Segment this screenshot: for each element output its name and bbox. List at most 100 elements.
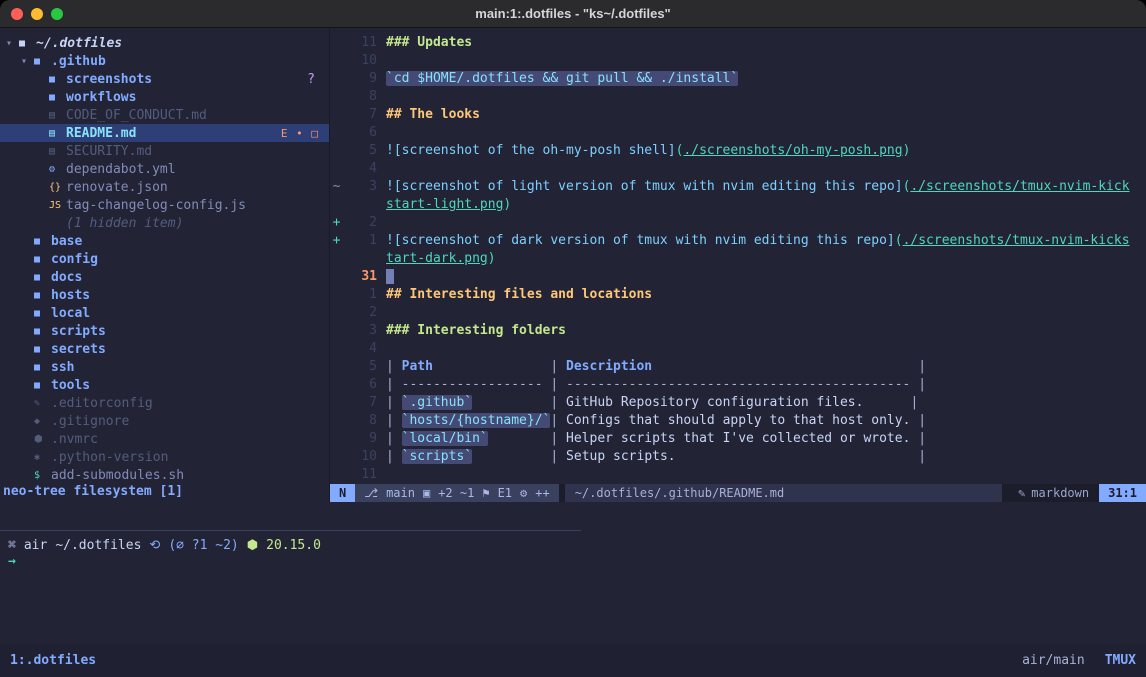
tmux-pane-divider[interactable] [0,530,581,531]
text-segment: ![screenshot of dark version of tmux wit… [386,233,895,248]
text-segment [863,395,910,410]
editor-line[interactable]: 8 [330,88,1146,106]
line-number: 3 [343,178,377,196]
editor-line[interactable]: tart-dark.png) [330,250,1146,268]
tree-item-security[interactable]: ▤SECURITY.md [0,142,329,160]
text-segment: | [550,449,566,464]
pencil-icon: ✎ [1018,484,1025,502]
editor-line[interactable]: 4 [330,160,1146,178]
editor-line[interactable]: 7| `.github` | GitHub Repository configu… [330,394,1146,412]
mode-indicator: N [330,484,355,502]
gutter-sign [330,196,343,214]
tree-item-scripts[interactable]: ■scripts [0,322,329,340]
text-segment [488,431,551,446]
editor-line[interactable]: 7## The looks [330,106,1146,124]
minimize-window-button[interactable] [31,8,43,20]
tree-item-gitignore[interactable]: ◆.gitignore [0,412,329,430]
line-number: 6 [343,376,377,394]
editor-line[interactable]: 9| `local/bin` | Helper scripts that I'v… [330,430,1146,448]
editor-line[interactable]: 6| ------------------ | ----------------… [330,376,1146,394]
line-number: 5 [343,358,377,376]
folder-icon: ■ [34,380,51,391]
tree-item-tools[interactable]: ■tools [0,376,329,394]
editor-line[interactable]: start-light.png) [330,196,1146,214]
shell-pane[interactable]: ⌘ air ~/.dotfiles ⟲ (⌀ ?1 ~2) ⬢ 20.15.0 … [0,502,1146,644]
git-icon: ⟲ [149,538,160,553]
editor-line[interactable]: 5![screenshot of the oh-my-posh shell](.… [330,142,1146,160]
tree-item-docs[interactable]: ■docs [0,268,329,286]
tree-item-dependabot[interactable]: ⚙dependabot.yml [0,160,329,178]
tree-item-code-of-conduct[interactable]: ▤CODE_OF_CONDUCT.md [0,106,329,124]
tree-item-python-version[interactable]: ✱.python-version [0,448,329,466]
editor-line[interactable]: 11### Updates [330,34,1146,52]
text-segment: ( [895,233,903,248]
text-segment: ### Interesting folders [386,323,566,338]
tree-item-screenshots[interactable]: ■screenshots? [0,70,329,88]
gutter-sign: + [330,214,343,232]
cursor-block [386,269,394,284]
tree-item-label: .nvmrc [51,432,98,447]
tree-item-workflows[interactable]: ■workflows [0,88,329,106]
editor-line[interactable]: 11 [330,466,1146,484]
editor-line[interactable]: 3### Interesting folders [330,322,1146,340]
text-segment: | [550,395,566,410]
tree-item-hosts[interactable]: ■hosts [0,286,329,304]
branch-icon: ⎇ [364,484,378,502]
prompt-arrow[interactable]: → [0,554,1146,572]
editor-line[interactable]: 4 [330,340,1146,358]
editor-line[interactable]: 1## Interesting files and locations [330,286,1146,304]
editor-line[interactable]: 2 [330,304,1146,322]
tree-item-label: .gitignore [51,414,129,429]
editor-buffer[interactable]: 11### Updates109`cd $HOME/.dotfiles && g… [330,28,1146,484]
tree-item-dotfiles-root[interactable]: ▾■~/.dotfiles [0,34,329,52]
editor-line[interactable]: 31 [330,268,1146,286]
gutter-sign [330,412,343,430]
gutter-sign [330,430,343,448]
line-text: `cd $HOME/.dotfiles && git pull && ./ins… [386,70,738,88]
tree-item-ssh[interactable]: ■ssh [0,358,329,376]
braces-icon: {} [49,182,66,193]
chevron-down-icon: ▾ [6,38,19,49]
text-segment: | [386,359,402,374]
text-segment: ./screenshots/oh-my-posh.png [683,143,902,158]
tree-item-nvmrc[interactable]: ⬢.nvmrc [0,430,329,448]
statusline: N ⎇ main ▣ +2 ~1 ⚑ E1 ⚙ ++ ~/.dotfiles/.… [330,484,1146,502]
editor-line[interactable]: ~3![screenshot of light version of tmux … [330,178,1146,196]
titlebar[interactable]: main:1:.dotfiles - "ks~/.dotfiles" [0,0,1146,28]
pencil-icon: ✎ [34,398,51,409]
close-window-button[interactable] [11,8,23,20]
tree-item-hidden-items[interactable]: (1 hidden item) [0,214,329,232]
editor-line[interactable]: 10 [330,52,1146,70]
editor-line[interactable]: 10| `scripts` | Setup scripts. | [330,448,1146,466]
tree-item-config[interactable]: ■config [0,250,329,268]
editor-line[interactable]: +1![screenshot of dark version of tmux w… [330,232,1146,250]
line-number: 7 [343,106,377,124]
text-segment: ./screenshots/tmux-nvim-kick [910,179,1129,194]
node-icon: ⬢ [247,538,258,553]
tmux-window-tab[interactable]: 1:.dotfiles [10,653,96,668]
line-number: 6 [343,124,377,142]
tree-item-readme[interactable]: ▤README.mdE • □ [0,124,329,142]
folder-icon: ■ [34,326,51,337]
text-segment [652,359,918,374]
tree-item-secrets[interactable]: ■secrets [0,340,329,358]
editor-line[interactable]: 6 [330,124,1146,142]
gutter-sign [330,466,343,484]
tree-item-editorconfig[interactable]: ✎.editorconfig [0,394,329,412]
prompt-cwd: ~/.dotfiles [55,538,141,553]
editor-line[interactable]: 5| Path | Description | [330,358,1146,376]
gutter-sign [330,304,343,322]
text-segment: | [550,431,566,446]
tree-item-github[interactable]: ▾■.github [0,52,329,70]
zoom-window-button[interactable] [51,8,63,20]
tree-item-add-submodules[interactable]: $add-submodules.sh [0,466,329,484]
tree-item-tag-changelog-config[interactable]: JStag-changelog-config.js [0,196,329,214]
editor-line[interactable]: 8| `hosts/{hostname}/`| Configs that sho… [330,412,1146,430]
tree-item-local[interactable]: ■local [0,304,329,322]
tree-item-renovate[interactable]: {}renovate.json [0,178,329,196]
editor-line[interactable]: 9`cd $HOME/.dotfiles && git pull && ./in… [330,70,1146,88]
tree-item-base[interactable]: ■base [0,232,329,250]
text-segment: ./screenshots/tmux-nvim-kicks [903,233,1130,248]
text-segment: | [386,449,402,464]
editor-line[interactable]: +2 [330,214,1146,232]
